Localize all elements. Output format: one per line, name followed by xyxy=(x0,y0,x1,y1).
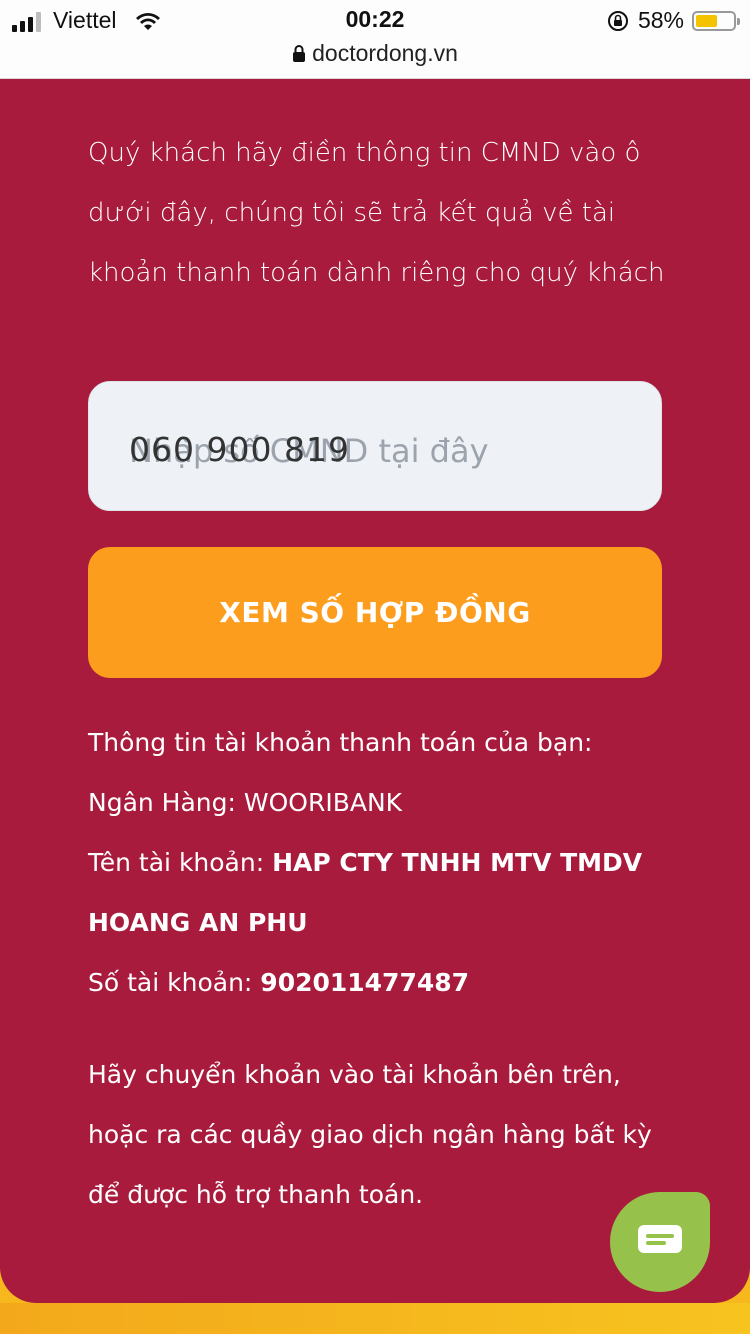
account-info: Thông tin tài khoản thanh toán của bạn: … xyxy=(88,713,678,1013)
view-contract-button[interactable]: XEM SỐ HỢP ĐỒNG xyxy=(88,547,662,678)
account-number-value: 902011477487 xyxy=(260,968,470,997)
lock-icon xyxy=(293,44,306,62)
bank-value: WOORIBANK xyxy=(243,788,403,817)
main-panel: Quý khách hãy điền thông tin CMND vào ô … xyxy=(0,79,750,1303)
account-number-label: Số tài khoản: xyxy=(88,968,253,997)
url-bar[interactable]: doctordong.vn xyxy=(0,40,750,67)
intro-text: Quý khách hãy điền thông tin CMND vào ô … xyxy=(88,138,665,288)
status-bar: Viettel 00:22 doctordong.vn 58% xyxy=(0,0,750,79)
bank-label: Ngân Hàng: xyxy=(88,788,236,817)
transfer-instructions: Hãy chuyển khoản vào tài khoản bên trên,… xyxy=(88,1060,652,1209)
page-background-strip xyxy=(0,1303,750,1334)
chat-button[interactable] xyxy=(610,1192,710,1292)
account-number-row: Số tài khoản: 902011477487 xyxy=(88,953,678,1013)
account-info-heading: Thông tin tài khoản thanh toán của bạn: xyxy=(88,728,593,757)
account-name-row: Tên tài khoản: HAP CTY TNHH MTV TMDV HOA… xyxy=(88,833,678,953)
account-name-label: Tên tài khoản: xyxy=(88,848,265,877)
battery-percent: 58% xyxy=(637,7,684,33)
url-text: doctordong.vn xyxy=(312,40,458,66)
bank-row: Ngân Hàng: WOORIBANK xyxy=(88,773,678,833)
orientation-lock-icon xyxy=(607,10,628,31)
id-number-input[interactable]: Nhập số CMND tại đây 060 900 819 xyxy=(88,381,662,511)
id-input-value: 060 900 819 xyxy=(129,430,350,469)
battery-icon xyxy=(692,10,740,31)
chat-bubble-icon xyxy=(638,1225,682,1253)
